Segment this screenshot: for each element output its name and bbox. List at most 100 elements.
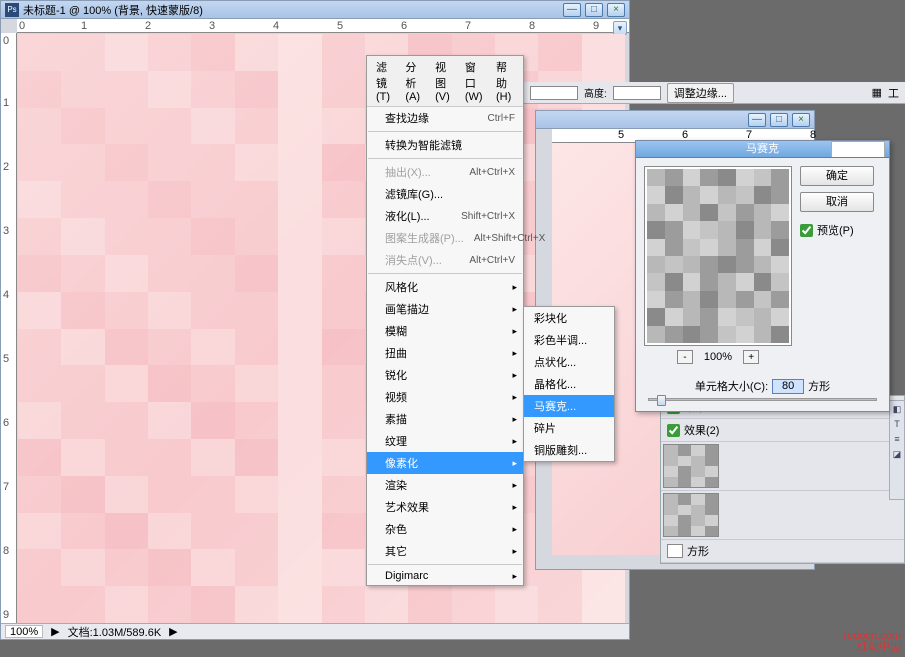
ruler-tick: 8 bbox=[529, 20, 535, 32]
app-icon: Ps bbox=[5, 3, 19, 17]
menu-item[interactable]: 风格化 bbox=[367, 276, 523, 298]
menu-item[interactable]: 滤镜库(G)... bbox=[367, 183, 523, 205]
ruler-tick: 0 bbox=[19, 20, 25, 32]
zoom-out-button[interactable]: - bbox=[677, 350, 693, 364]
ruler-tick: 1 bbox=[81, 20, 87, 32]
menu-item[interactable]: 其它 bbox=[367, 540, 523, 562]
title-bar[interactable]: — □ × bbox=[536, 111, 814, 129]
dialog-tab[interactable] bbox=[831, 141, 885, 157]
zoom-in-button[interactable]: + bbox=[743, 350, 759, 364]
ruler-tick: 8 bbox=[3, 545, 9, 557]
minimize-button[interactable]: — bbox=[748, 113, 766, 127]
menu-item: 图案生成器(P)...Alt+Shift+Ctrl+X bbox=[367, 227, 523, 249]
menu-item[interactable]: 模糊 bbox=[367, 320, 523, 342]
document-title: 未标题-1 @ 100% (背景, 快速蒙版/8) bbox=[23, 2, 563, 18]
menu-help[interactable]: 帮助(H) bbox=[491, 58, 519, 104]
menu-item[interactable]: 纹理 bbox=[367, 430, 523, 452]
menu-view[interactable]: 视图(V) bbox=[430, 58, 458, 104]
status-bar: 100% ▶ 文档:1.03M/589.6K ▶ bbox=[1, 623, 629, 639]
ruler-tick: 0 bbox=[3, 35, 9, 47]
menu-item[interactable]: 素描 bbox=[367, 408, 523, 430]
height-field[interactable] bbox=[613, 86, 661, 100]
status-arrow-icon[interactable]: ▶ bbox=[169, 625, 177, 638]
zoom-percent: 100% bbox=[704, 351, 732, 363]
ruler-tick: 6 bbox=[401, 20, 407, 32]
menu-item[interactable]: 像素化 bbox=[367, 452, 523, 474]
preview-checkbox[interactable]: 预览(P) bbox=[800, 222, 874, 238]
close-button[interactable]: × bbox=[607, 3, 625, 17]
height-label: 高度: bbox=[584, 85, 607, 100]
menu-item: 消失点(V)...Alt+Ctrl+V bbox=[367, 249, 523, 271]
width-field[interactable] bbox=[530, 86, 578, 100]
cell-size-slider[interactable] bbox=[636, 398, 889, 411]
layer-thumbnail[interactable] bbox=[663, 444, 719, 488]
layer-label[interactable]: 方形 bbox=[687, 543, 709, 559]
menu-item: 抽出(X)...Alt+Ctrl+X bbox=[367, 161, 523, 183]
submenu-item[interactable]: 晶格化... bbox=[524, 373, 614, 395]
minimize-button[interactable]: — bbox=[563, 3, 581, 17]
horizontal-ruler[interactable]: 0 1 2 3 4 5 6 7 8 9 bbox=[17, 19, 629, 33]
refine-edge-button[interactable]: 调整边缘... bbox=[667, 83, 734, 103]
menu-item[interactable]: 杂色 bbox=[367, 518, 523, 540]
layer-swatch[interactable] bbox=[667, 544, 683, 558]
menu-item[interactable]: 视频 bbox=[367, 386, 523, 408]
ruler-tick: 4 bbox=[3, 289, 9, 301]
menu-item[interactable]: 艺术效果 bbox=[367, 496, 523, 518]
submenu-item[interactable]: 铜版雕刻... bbox=[524, 439, 614, 461]
ruler-tick: 1 bbox=[3, 97, 9, 109]
tool-icon[interactable]: ≡ bbox=[891, 434, 903, 446]
menu-item[interactable]: 转换为智能滤镜 bbox=[367, 134, 523, 156]
menu-item[interactable]: 查找边缘Ctrl+F bbox=[367, 107, 523, 129]
layer-thumbnail[interactable] bbox=[663, 493, 719, 537]
menu-filter[interactable]: 滤镜(T) bbox=[371, 58, 398, 104]
submenu-item[interactable]: 彩色半调... bbox=[524, 329, 614, 351]
cell-size-unit: 方形 bbox=[808, 378, 830, 394]
status-arrow-icon[interactable]: ▶ bbox=[51, 625, 59, 638]
ruler-tick: 6 bbox=[3, 417, 9, 429]
ruler-origin-toggle[interactable]: ▾ bbox=[613, 21, 627, 35]
tool-icon[interactable]: ◪ bbox=[891, 449, 903, 461]
submenu-item[interactable]: 碎片 bbox=[524, 417, 614, 439]
tool-icon[interactable]: ◧ bbox=[891, 404, 903, 416]
zoom-field[interactable]: 100% bbox=[5, 625, 43, 638]
watermark: redocn.com 红动中国 bbox=[844, 631, 901, 653]
ruler-tick: 9 bbox=[3, 609, 9, 621]
doc-size-info: 文档:1.03M/589.6K bbox=[68, 624, 162, 640]
pixelate-submenu: 彩块化彩色半调...点状化...晶格化...马赛克...碎片铜版雕刻... bbox=[523, 306, 615, 462]
ruler-tick: 4 bbox=[273, 20, 279, 32]
menu-analysis[interactable]: 分析(A) bbox=[400, 58, 428, 104]
menu-item[interactable]: 画笔描边 bbox=[367, 298, 523, 320]
workspace-label[interactable]: 工 bbox=[888, 85, 899, 101]
layer-visibility-checkbox[interactable] bbox=[667, 424, 680, 437]
type-tool-icon[interactable]: T bbox=[891, 419, 903, 431]
menu-bar: 滤镜(T) 分析(A) 视图(V) 窗口(W) 帮助(H) bbox=[367, 56, 523, 107]
filter-menu: 滤镜(T) 分析(A) 视图(V) 窗口(W) 帮助(H) 查找边缘Ctrl+F… bbox=[366, 55, 524, 586]
ruler-tick: 3 bbox=[209, 20, 215, 32]
ruler-tick: 7 bbox=[465, 20, 471, 32]
tool-preset-icon[interactable]: ▦ bbox=[872, 86, 882, 99]
ok-button[interactable]: 确定 bbox=[800, 166, 874, 186]
menu-item[interactable]: 锐化 bbox=[367, 364, 523, 386]
layer-effect-label[interactable]: 效果(2) bbox=[684, 422, 719, 438]
menu-item[interactable]: 扭曲 bbox=[367, 342, 523, 364]
title-bar[interactable]: Ps 未标题-1 @ 100% (背景, 快速蒙版/8) — □ × bbox=[1, 1, 629, 19]
close-button[interactable]: × bbox=[792, 113, 810, 127]
menu-window[interactable]: 窗口(W) bbox=[460, 58, 489, 104]
submenu-item[interactable]: 点状化... bbox=[524, 351, 614, 373]
ruler-tick: 3 bbox=[3, 225, 9, 237]
cancel-button[interactable]: 取消 bbox=[800, 192, 874, 212]
mosaic-dialog: 马赛克 - 100% + 确定 取消 预览(P) 单元格大小(C): 方形 bbox=[635, 140, 890, 412]
ruler-tick: 5 bbox=[337, 20, 343, 32]
cell-size-label: 单元格大小(C): bbox=[695, 378, 768, 394]
cell-size-input[interactable] bbox=[772, 379, 804, 394]
mini-toolstrip: ◧ T ≡ ◪ bbox=[889, 400, 905, 500]
maximize-button[interactable]: □ bbox=[770, 113, 788, 127]
preview-area[interactable] bbox=[644, 166, 792, 346]
menu-item[interactable]: 液化(L)...Shift+Ctrl+X bbox=[367, 205, 523, 227]
menu-item[interactable]: Digimarc bbox=[367, 567, 523, 585]
submenu-item[interactable]: 彩块化 bbox=[524, 307, 614, 329]
maximize-button[interactable]: □ bbox=[585, 3, 603, 17]
menu-item[interactable]: 渲染 bbox=[367, 474, 523, 496]
submenu-item[interactable]: 马赛克... bbox=[524, 395, 614, 417]
vertical-ruler[interactable]: 0 1 2 3 4 5 6 7 8 9 bbox=[1, 33, 17, 623]
